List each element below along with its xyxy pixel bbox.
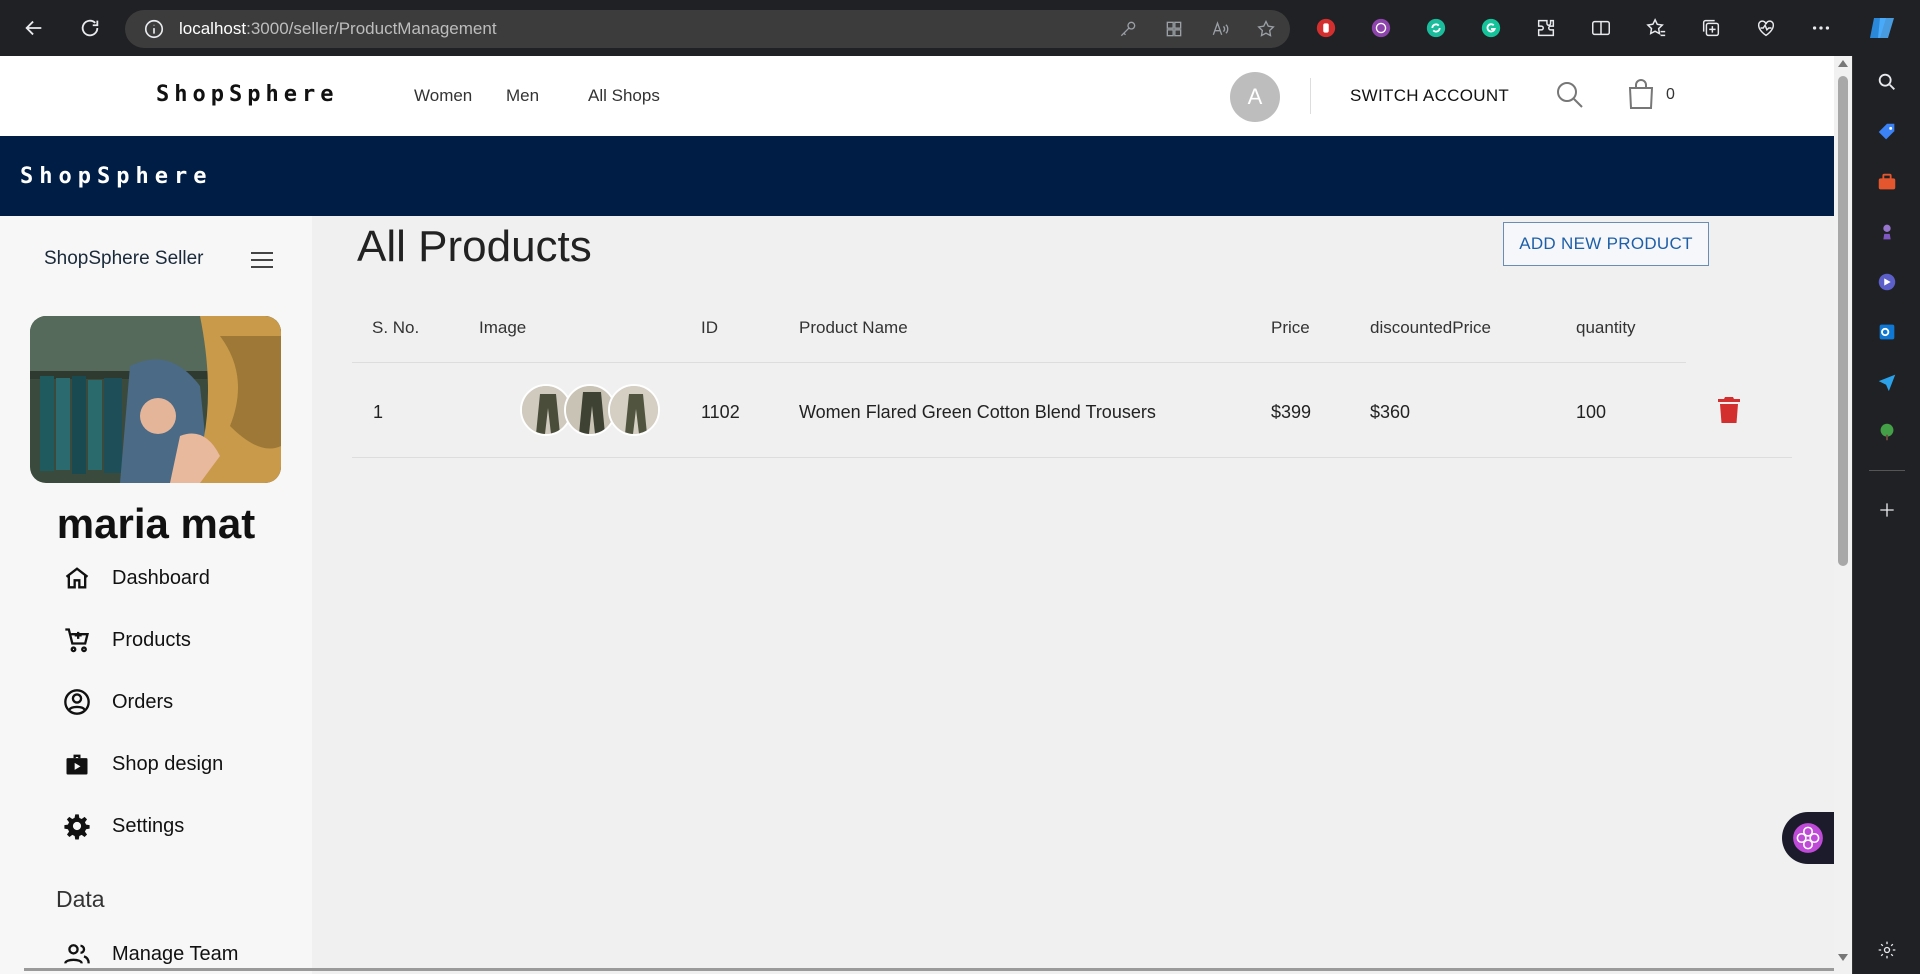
sidebar-item-settings[interactable]: Settings [60,806,184,846]
search-icon[interactable] [1555,80,1585,110]
address-bar[interactable]: localhost:3000/seller/ProductManagement [125,10,1290,48]
cell-sno: 1 [373,402,384,422]
reload-button[interactable] [68,6,112,50]
cell-price: $399 [1271,402,1312,422]
product-thumbnail[interactable] [608,384,660,436]
url-text: localhost:3000/seller/ProductManagement [179,19,497,38]
switch-account-button[interactable]: SWITCH ACCOUNT [1350,86,1509,106]
collections-icon[interactable] [1695,12,1727,44]
shop-bag-icon [60,747,94,781]
data-section-heading: Data [56,886,105,912]
hamburger-menu-icon[interactable] [250,250,274,270]
scroll-down-arrow[interactable] [1838,954,1848,961]
back-button[interactable] [12,6,56,50]
sidebar-item-shop-design[interactable]: Shop design [60,744,223,784]
search-icon[interactable] [1873,68,1901,96]
nav-divider [1310,78,1311,114]
more-options-icon[interactable] [1805,12,1837,44]
sidebar-item-label: Dashboard [112,567,210,589]
nav-link-women[interactable]: Women [414,86,472,106]
favorite-star-icon[interactable] [1256,19,1276,39]
sidebar-item-label: Shop design [112,753,224,775]
send-icon[interactable] [1873,368,1901,396]
column-header-id: ID [701,318,718,337]
seller-profile-image [30,316,281,483]
seller-sidebar: ShopSphere Seller maria mat Dashboard Pr… [0,216,312,974]
table-row-divider [352,457,1792,458]
column-header-discounted-price: discountedPrice [1370,318,1491,337]
cell-quantity: 100 [1576,402,1607,422]
home-icon [60,561,94,595]
sidebar-item-label: Products [112,629,191,651]
column-header-quantity: quantity [1576,318,1636,337]
site-header: ShopSphere Women Men All Shops A SWITCH … [0,56,1834,136]
column-header-product-name: Product Name [799,318,908,337]
cell-product-name: Women Flared Green Cotton Blend Trousers [799,402,1156,422]
key-icon[interactable] [1118,19,1138,39]
read-aloud-icon[interactable] [1210,19,1230,39]
scroll-thumb[interactable] [1838,76,1848,566]
account-circle-icon [60,685,94,719]
info-icon[interactable] [143,18,165,40]
delete-icon[interactable] [1717,396,1741,424]
apps-icon[interactable] [1164,19,1184,39]
sidebar-item-dashboard[interactable]: Dashboard [60,558,210,598]
column-header-sno: S. No. [372,318,420,337]
add-new-product-button[interactable]: ADD NEW PRODUCT [1503,222,1709,266]
sidebar-item-label: Orders [112,691,174,713]
table-header-divider [352,362,1686,363]
copilot-icon[interactable] [1866,12,1898,44]
shopping-tag-icon[interactable] [1873,118,1901,146]
nav-link-men[interactable]: Men [506,86,539,106]
cart-count: 0 [1666,86,1675,103]
copilot-sidebar-icon[interactable] [1873,268,1901,296]
refresh-extension-icon[interactable] [1420,12,1452,44]
outlook-icon[interactable] [1873,318,1901,346]
shopping-bag-icon[interactable] [1626,78,1656,110]
column-header-image: Image [479,318,527,337]
performance-icon[interactable] [1750,12,1782,44]
toolbox-icon[interactable] [1873,168,1901,196]
sidebar-item-orders[interactable]: Orders [60,682,173,722]
cell-id: 1102 [701,402,740,422]
sidebar-item-label: Manage Team [112,943,239,965]
cart-icon [60,623,94,657]
nav-link-all-shops[interactable]: All Shops [588,86,660,106]
cell-discounted-price: $360 [1370,402,1411,422]
extensions-icon[interactable] [1530,12,1562,44]
browser-sidebar [1852,56,1920,974]
gear-icon [60,809,94,843]
people-icon [60,937,94,971]
scroll-up-arrow[interactable] [1838,60,1848,67]
avatar[interactable]: A [1230,72,1280,122]
sidebar-title: ShopSphere Seller [44,248,204,269]
page-scrollbar[interactable] [1834,56,1852,974]
column-header-price: Price [1271,318,1310,337]
site-logo[interactable]: ShopSphere [156,82,338,107]
favorites-icon[interactable] [1640,12,1672,44]
page-title: All Products [357,222,592,271]
tree-icon[interactable] [1873,418,1901,446]
grammarly-icon[interactable] [1475,12,1507,44]
sidebar-item-products[interactable]: Products [60,620,191,660]
settings-gear-icon[interactable] [1873,936,1901,964]
horizontal-scroll-indicator [24,968,1834,971]
floating-assistant-button[interactable] [1782,812,1834,864]
brand-banner: ShopSphere [0,136,1834,216]
globe-extension-icon[interactable] [1365,12,1397,44]
add-icon[interactable] [1873,496,1901,524]
sidebar-item-label: Settings [112,815,185,837]
split-screen-icon[interactable] [1585,12,1617,44]
hand-extension-icon[interactable] [1310,12,1342,44]
banner-logo: ShopSphere [20,164,213,189]
seller-name: maria mat [56,500,256,547]
chess-icon[interactable] [1873,218,1901,246]
